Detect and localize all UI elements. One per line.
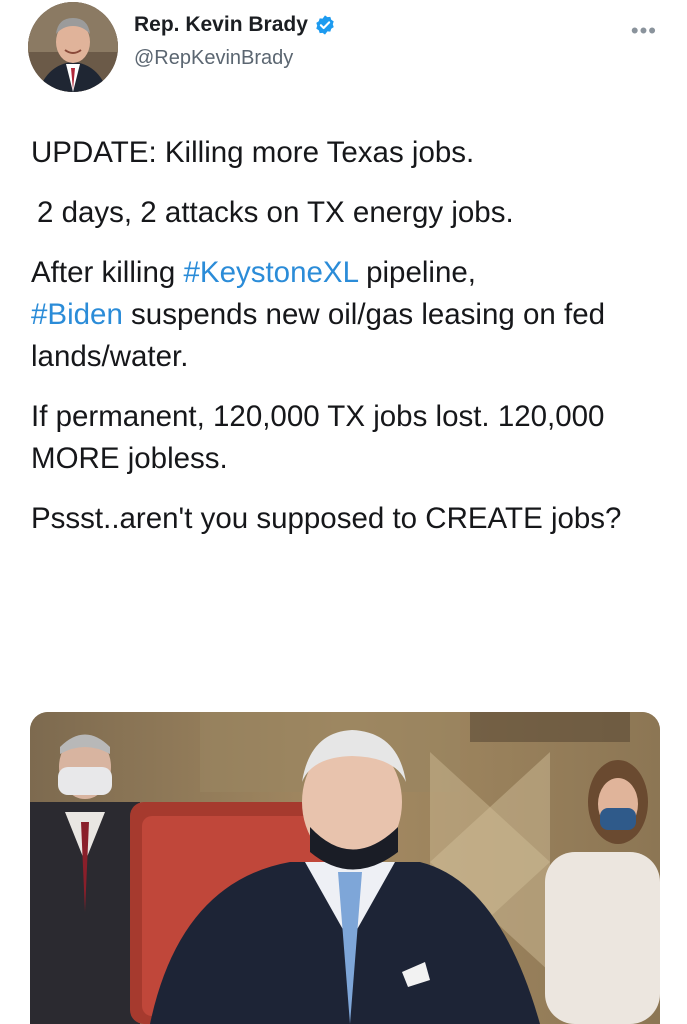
tweet-text-segment: pipeline, [357, 256, 476, 289]
tweet-paragraph-3: After killing #KeystoneXL pipeline, #Bide… [31, 252, 671, 378]
tweet-media-photo[interactable] [30, 712, 660, 1024]
tweet-paragraph-5: Pssst..aren't you supposed to CREATE job… [31, 502, 622, 535]
tweet-paragraph-4: If permanent, 120,000 TX jobs lost. 120,… [31, 400, 605, 475]
tweet-header: Rep. Kevin Brady @RepKevinBrady ••• [0, 0, 687, 100]
hashtag-biden[interactable]: #Biden [31, 298, 123, 331]
author-handle[interactable]: @RepKevinBrady [134, 47, 293, 70]
verified-badge-icon [316, 15, 334, 35]
author-avatar[interactable] [28, 2, 118, 92]
tweet-text: UPDATE: Killing more Texas jobs. 2 days,… [31, 132, 671, 558]
more-options-icon[interactable]: ••• [631, 18, 657, 44]
attached-photo-icon [30, 712, 660, 1024]
avatar-photo-icon [28, 2, 118, 92]
author-name-text: Rep. Kevin Brady [134, 13, 308, 36]
hashtag-keystonexl[interactable]: #KeystoneXL [183, 256, 357, 289]
tweet-text-segment: After killing [31, 256, 184, 289]
tweet-paragraph-1: UPDATE: Killing more Texas jobs. [31, 136, 475, 169]
author-name[interactable]: Rep. Kevin Brady [134, 13, 336, 37]
tweet-paragraph-2: 2 days, 2 attacks on TX energy jobs. [37, 196, 514, 229]
